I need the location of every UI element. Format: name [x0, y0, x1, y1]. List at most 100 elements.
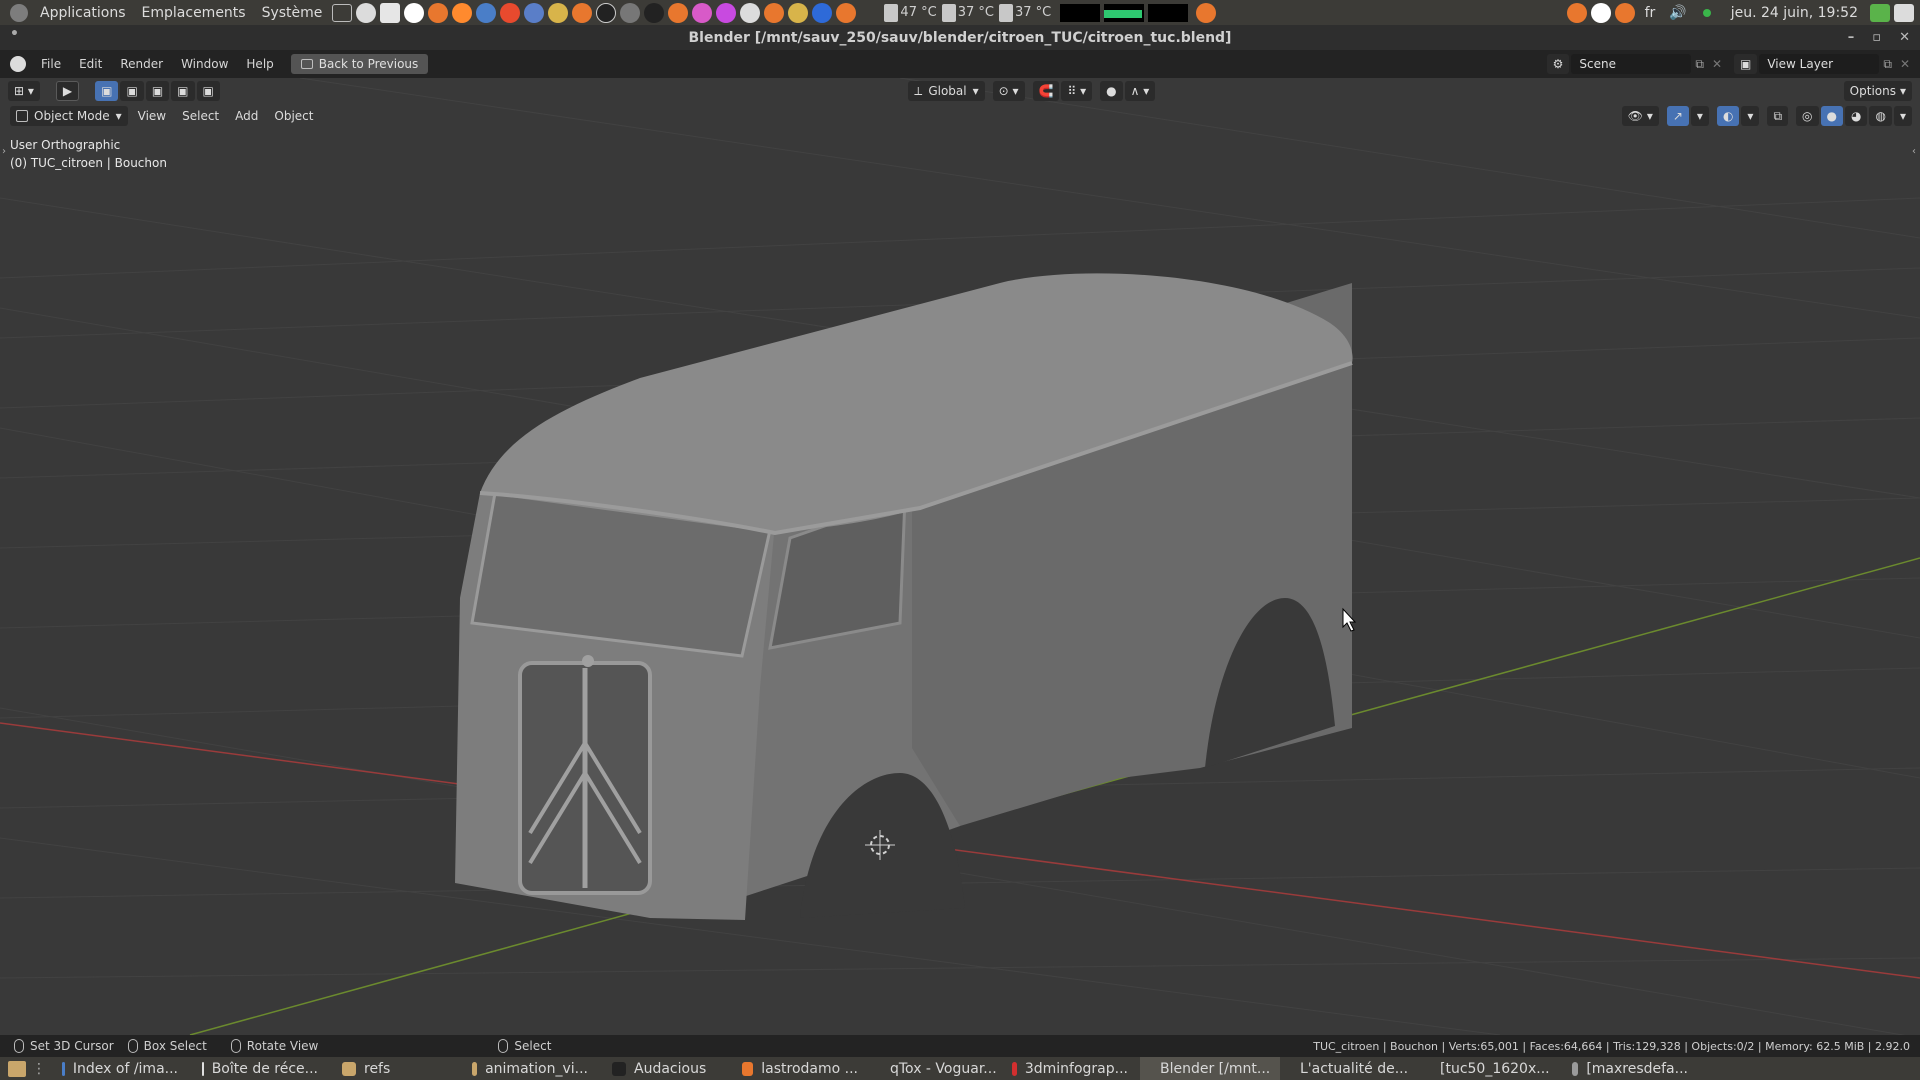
overlays-dropdown[interactable]: ▾ — [1741, 106, 1760, 126]
scene-field[interactable]: Scene — [1571, 54, 1692, 74]
delete-scene-icon[interactable]: ✕ — [1712, 57, 1722, 71]
menu-file[interactable]: File — [32, 57, 70, 71]
app-launcher-icon[interactable] — [692, 2, 713, 23]
scene-selector[interactable]: ⚙ — [1546, 54, 1570, 74]
select-mode-intersect-icon[interactable]: ▣ — [196, 81, 220, 101]
app-launcher-icon[interactable] — [740, 2, 761, 23]
app-tray-icon[interactable] — [1614, 2, 1635, 23]
select-mode-subtract-icon[interactable]: ▣ — [145, 81, 170, 101]
krita-launcher-icon[interactable] — [716, 2, 737, 23]
window-menu-icon[interactable]: • — [10, 26, 19, 42]
gizmo-toggle[interactable]: ↗ — [1666, 106, 1689, 126]
new-view-layer-icon[interactable]: ⧉ — [1883, 57, 1892, 72]
blender-logo-icon[interactable] — [10, 56, 26, 72]
app-launcher-icon[interactable] — [428, 2, 449, 23]
transform-orientation-dropdown[interactable]: ⟂ Global ▾ — [908, 81, 985, 101]
os-menu-applications[interactable]: Applications — [32, 5, 134, 21]
shading-rendered-icon[interactable]: ◍ — [1869, 106, 1892, 126]
taskbar-item[interactable]: Blender [/mnt... — [1140, 1057, 1280, 1080]
viewport-canvas[interactable] — [0, 78, 1920, 1035]
proportional-editing-toggle[interactable]: ● — [1100, 81, 1123, 101]
view-layer-selector[interactable]: ▣ — [1734, 54, 1758, 74]
gimp-launcher-icon[interactable] — [788, 2, 809, 23]
viewport-menu-view[interactable]: View — [130, 109, 174, 123]
maximize-icon[interactable]: ▫ — [1872, 30, 1881, 45]
terminal-launcher-icon[interactable] — [332, 3, 353, 22]
taskbar-item[interactable]: lastrodamo ... — [730, 1057, 870, 1080]
shading-material-icon[interactable]: ◕ — [1845, 106, 1868, 126]
firefox-launcher-icon[interactable] — [452, 2, 473, 23]
app-launcher-icon[interactable] — [620, 2, 641, 23]
toolbar-toggle-icon[interactable]: › — [2, 146, 6, 157]
updates-icon[interactable] — [1870, 3, 1890, 22]
app-launcher-icon[interactable] — [500, 2, 521, 23]
menu-window[interactable]: Window — [172, 57, 237, 71]
view-layer-field[interactable]: View Layer — [1759, 54, 1880, 74]
taskbar-item[interactable]: L'actualité de... — [1280, 1057, 1420, 1080]
blender-tray-icon[interactable] — [1566, 2, 1587, 23]
taskbar-item[interactable]: Index of /ima... — [50, 1057, 190, 1080]
gizmo-dropdown[interactable]: ▾ — [1690, 106, 1709, 126]
obs-launcher-icon[interactable] — [596, 2, 617, 23]
viewport-menu-object[interactable]: Object — [266, 109, 321, 123]
3d-viewport[interactable]: ⊞ ▾ ▶ ▣ ▣ ▣ ▣ ▣ ⟂ Global ▾ ⊙ ▾ 🧲 ⠿ ▾ ● ∧… — [0, 78, 1920, 1035]
filezilla-launcher-icon[interactable] — [812, 2, 833, 23]
snap-toggle[interactable]: 🧲 — [1032, 81, 1060, 101]
options-dropdown[interactable]: Options ▾ — [1843, 81, 1913, 101]
editor-type-selector[interactable]: ⊞ ▾ — [8, 81, 40, 101]
back-to-previous-button[interactable]: Back to Previous — [290, 54, 429, 74]
overlays-toggle[interactable]: ◐ — [1716, 106, 1740, 126]
viewport-menu-add[interactable]: Add — [227, 109, 266, 123]
select-tool-icon[interactable]: ▶ — [55, 81, 80, 101]
taskbar-item[interactable]: Audacious — [600, 1057, 730, 1080]
os-menu-places[interactable]: Emplacements — [134, 5, 254, 21]
os-menu-system[interactable]: Système — [254, 5, 331, 21]
van-model[interactable] — [455, 273, 1353, 920]
blender-launcher-icon[interactable] — [1196, 2, 1217, 23]
blender-launcher-icon[interactable] — [764, 2, 785, 23]
os-logo-icon[interactable] — [10, 3, 28, 22]
close-icon[interactable]: ✕ — [1899, 30, 1910, 45]
app-launcher-icon[interactable] — [548, 2, 569, 23]
keyboard-layout-indicator[interactable]: fr — [1645, 5, 1656, 21]
sidebar-toggle-icon[interactable]: ‹ — [1912, 146, 1916, 157]
taskbar-item[interactable]: [maxresdefa... — [1560, 1057, 1700, 1080]
session-icon[interactable] — [1894, 3, 1914, 22]
proportional-falloff-dropdown[interactable]: ∧ ▾ — [1124, 81, 1156, 101]
snap-target-dropdown[interactable]: ⠿ ▾ — [1061, 81, 1093, 101]
volume-icon[interactable]: 🔊 — [1669, 5, 1686, 21]
menu-help[interactable]: Help — [237, 57, 282, 71]
xray-toggle[interactable]: ⧉ — [1767, 106, 1789, 126]
shading-solid-icon[interactable]: ● — [1820, 106, 1843, 126]
mode-dropdown[interactable]: Object Mode ▾ — [10, 106, 128, 126]
blender-launcher-icon[interactable] — [836, 2, 857, 23]
taskbar-item[interactable]: qTox - Voguar... — [870, 1057, 1000, 1080]
files-launcher-icon[interactable] — [380, 2, 401, 23]
inkscape-launcher-icon[interactable] — [644, 2, 665, 23]
window-titlebar[interactable]: • Blender [/mnt/sauv_250/sauv/blender/ci… — [0, 25, 1920, 50]
taskbar-item[interactable]: animation_vi... — [460, 1057, 600, 1080]
audacious-tray-icon[interactable] — [1590, 2, 1611, 23]
blender-launcher-icon[interactable] — [668, 2, 689, 23]
new-scene-icon[interactable]: ⧉ — [1695, 57, 1704, 72]
chromium-launcher-icon[interactable] — [476, 2, 497, 23]
taskbar-item[interactable]: 3dminfograp... — [1000, 1057, 1140, 1080]
delete-view-layer-icon[interactable]: ✕ — [1900, 57, 1910, 71]
blender-launcher-icon[interactable] — [572, 2, 593, 23]
audacious-launcher-icon[interactable] — [404, 2, 425, 23]
visibility-dropdown[interactable]: 👁 ▾ — [1621, 106, 1659, 126]
select-mode-difference-icon[interactable]: ▣ — [171, 81, 195, 101]
taskbar-item[interactable]: Boîte de réce... — [190, 1057, 330, 1080]
show-desktop-icon[interactable] — [8, 1060, 26, 1077]
minimize-icon[interactable]: – — [1848, 30, 1855, 45]
pivot-point-dropdown[interactable]: ⊙ ▾ — [992, 81, 1025, 101]
shading-dropdown[interactable]: ▾ — [1893, 106, 1912, 126]
menu-edit[interactable]: Edit — [70, 57, 111, 71]
shading-wireframe-icon[interactable]: ◎ — [1796, 106, 1819, 126]
select-mode-new-icon[interactable]: ▣ — [95, 81, 119, 101]
select-mode-extend-icon[interactable]: ▣ — [120, 81, 144, 101]
browser-launcher-icon[interactable] — [356, 2, 377, 23]
taskbar-item[interactable]: [tuc50_1620x... — [1420, 1057, 1560, 1080]
clock[interactable]: jeu. 24 juin, 19:52 — [1731, 5, 1858, 21]
app-launcher-icon[interactable] — [524, 2, 545, 23]
